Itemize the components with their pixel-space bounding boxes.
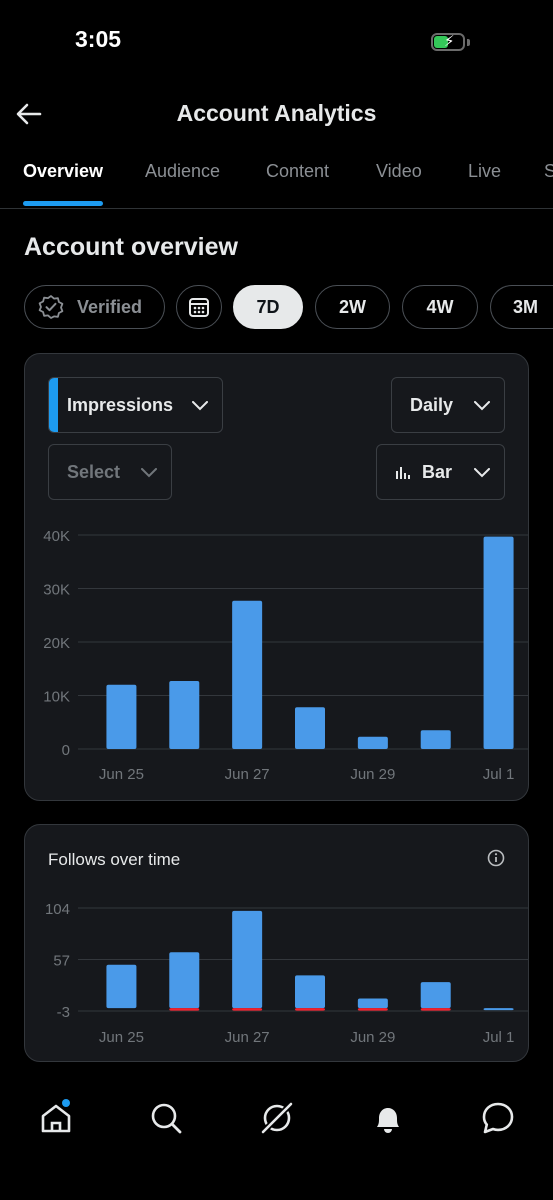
negative-bar [295,1008,325,1011]
follows-card-title: Follows over time [48,850,181,869]
tab-active-indicator [23,201,103,206]
compare-select-label: Select [67,461,121,482]
chart-type-label: Bar [422,461,453,482]
interval-dropdown-label: Daily [410,394,454,415]
bar [106,684,137,749]
metric-dropdown[interactable]: Impressions [48,377,223,433]
y-tick-label: 30K [43,582,70,599]
chat-bubble-icon [478,1102,518,1142]
y-tick-label: 57 [53,953,70,970]
bar [232,910,263,1009]
bar [483,536,514,749]
bar [357,736,388,749]
compare-select-dropdown[interactable]: Select [48,444,172,500]
tab-video[interactable]: Video [376,161,422,182]
chevron-down-icon [141,462,157,483]
status-time: 3:05 [75,26,122,52]
chevron-down-icon [474,462,490,483]
impressions-bar-chart: 40K 30K 20K 10K 0 Jun 25 Jun 27 Jun 29 Jul 1 [43,528,529,783]
back-arrow-icon[interactable] [14,100,44,128]
bar [169,681,200,749]
bar [295,707,325,749]
x-tick-label: Jul 1 [483,766,515,783]
tab-divider [0,208,553,209]
bell-icon [368,1108,408,1142]
bar-chart-icon [395,464,411,480]
tab-partial[interactable]: S [544,161,553,182]
tab-audience[interactable]: Audience [145,161,220,182]
battery-tip [467,39,470,46]
verified-filter-label: Verified [77,296,143,317]
x-tick-label: Jun 29 [350,1029,395,1046]
bar [232,600,263,749]
y-tick-label: 10K [43,689,70,706]
calendar-button[interactable] [176,285,222,329]
range-pill-2w[interactable]: 2W [315,285,390,329]
follows-bar-chart: 104 57 -3 Jun 25 Jun 27 Jun 29 Jul 1 [45,901,529,1046]
chevron-down-icon [192,395,208,416]
tab-content[interactable]: Content [266,161,329,182]
calendar-icon [188,296,210,318]
grok-icon [257,1101,297,1142]
bar [295,975,325,1009]
negative-bar [232,1008,263,1011]
range-pill-7d[interactable]: 7D [233,285,303,329]
nav-messages[interactable] [478,1098,518,1138]
x-tick-label: Jun 27 [225,766,270,783]
chart-type-dropdown[interactable]: Bar [376,444,505,500]
battery-icon: ⚡ [431,33,465,51]
metric-dropdown-label: Impressions [67,394,174,415]
info-icon[interactable] [486,848,506,868]
section-title: Account overview [24,233,238,261]
verified-filter-pill[interactable]: Verified [24,285,165,329]
metric-color-indicator [49,378,58,432]
negative-bar [169,1008,200,1011]
tab-live[interactable]: Live [468,161,501,182]
chevron-down-icon [474,395,490,416]
nav-home[interactable] [36,1098,76,1138]
verified-badge-icon [38,294,64,320]
search-icon [146,1103,186,1142]
nav-grok[interactable] [257,1098,297,1138]
bar [483,1008,514,1011]
nav-explore[interactable] [146,1098,186,1138]
y-tick-label: 40K [43,528,70,545]
bar [357,998,388,1009]
nav-notifications[interactable] [368,1098,408,1138]
page-title: Account Analytics [176,100,377,126]
range-pill-4w[interactable]: 4W [402,285,478,329]
bar [169,952,200,1009]
negative-bar [357,1008,388,1011]
x-tick-label: Jun 25 [99,1029,144,1046]
bar [106,964,137,1009]
y-tick-label: -3 [57,1004,70,1021]
x-tick-label: Jun 27 [225,1029,270,1046]
interval-dropdown[interactable]: Daily [391,377,505,433]
x-tick-label: Jun 25 [99,766,144,783]
bar [420,730,451,749]
x-tick-label: Jul 1 [483,1029,515,1046]
y-tick-label: 20K [43,635,70,652]
home-icon [36,1099,76,1142]
y-tick-label: 104 [45,901,70,918]
bar [420,982,451,1009]
tab-overview[interactable]: Overview [23,161,103,182]
y-tick-label: 0 [62,742,70,759]
x-tick-label: Jun 29 [350,766,395,783]
range-pill-3m[interactable]: 3M [490,285,553,329]
negative-bar [420,1008,451,1011]
